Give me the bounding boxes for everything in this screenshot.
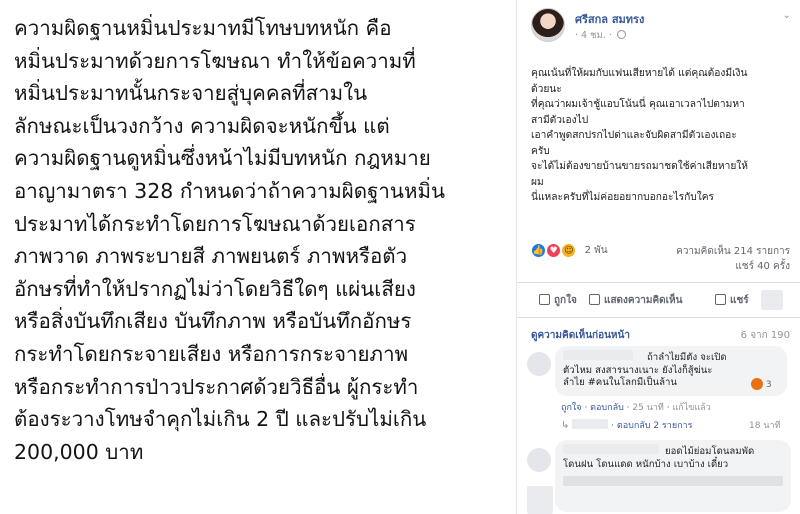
blurred-name [563, 350, 633, 360]
share-button[interactable]: แชร์ [715, 293, 749, 308]
comment-button[interactable]: แสดงความคิดเห็น [589, 293, 682, 308]
replies-time: 18 นาที [749, 421, 781, 431]
replies-row[interactable]: ↳ · ตอบกลับ 2 รายการ [561, 418, 692, 432]
share-icon [715, 294, 726, 305]
like-icon: 👍 [531, 243, 546, 258]
post-time[interactable]: 4 ชม. [581, 30, 606, 41]
blurred-image [527, 486, 553, 514]
comments-stat[interactable]: ความคิดเห็น 214 รายการ [676, 244, 790, 259]
blurred-avatar [572, 419, 609, 429]
comment-edited: แก้ไขแล้ว [672, 403, 711, 413]
reaction-summary[interactable]: 👍 ♥ ☺ 2 พัน [531, 243, 608, 261]
comment: ถ้าลำไยมีตัง จะเปิด ตัวไหม สงสารนางเนาะ … [527, 342, 797, 442]
article-line: ภาพวาด ภาพระบายสี ภาพยนตร์ ภาพหรือตัว [14, 244, 408, 269]
facebook-post: ศรีสกล สมทรง · 4 ชม. · ⌄ คุณเน้นที่ให้ผม… [516, 0, 800, 514]
post-body: คุณเน้นที่ให้ผมกับแฟนเสียหายได้ แต่คุณต้… [531, 66, 793, 206]
globe-icon [616, 30, 626, 39]
comment-actions: ถูกใจ · ตอบกลับ · 25 นาที · แก้ไขแล้ว [561, 403, 711, 413]
post-body-line: นี่แหละครับที่ไม่ค่อยอยากบอกอะไรกับใคร [531, 192, 714, 203]
haha-icon: ☺ [561, 243, 577, 258]
post-body-line: ผม [531, 176, 544, 188]
post-author[interactable]: ศรีสกล สมทรง [575, 10, 644, 28]
article-line: ต้องระวางโทษจำคุกไม่เกิน 2 ปี และปรับไม่… [14, 407, 427, 432]
post-meta: · 4 ชม. · [575, 28, 626, 43]
like-icon [539, 294, 550, 305]
post-body-line: ครับ [531, 145, 550, 157]
post-body-line: เอาคำพูดสกปรกไปด่าและจับผิดสามีตัวเองเถอ… [531, 130, 737, 141]
article-line: ความผิดฐานดูหมิ่นซึ่งหน้าไม่มีบทหนัก กฎห… [14, 146, 431, 171]
article-line: ประมาทได้กระทำโดยการโฆษณาด้วยเอกสาร [14, 211, 416, 236]
comment-label: แสดงความคิดเห็น [604, 295, 683, 306]
avatar[interactable] [531, 8, 565, 42]
angry-icon [751, 378, 763, 390]
comment: ยอดไม้ย่อมโดนลมพัด โดนฝน โดนแดด หนักบ้าง… [527, 438, 797, 514]
like-label: ถูกใจ [554, 295, 577, 306]
comment-icon [589, 294, 600, 305]
article-line: ความผิดฐานหมิ่นประมาทมีโทษบทหนัก คือ [14, 16, 392, 40]
love-icon: ♥ [546, 243, 562, 258]
comment-reply-link[interactable]: ตอบกลับ [590, 403, 624, 413]
post-body-line: คุณเน้นที่ให้ผมกับแฟนเสียหายได้ แต่คุณต้… [531, 68, 748, 79]
comment-like-link[interactable]: ถูกใจ [561, 403, 582, 413]
post-body-line: สามีตัวเองไป [531, 114, 589, 126]
reply-arrow-icon: ↳ [561, 420, 570, 431]
reaction-count: 2 พัน [584, 245, 608, 256]
article-text: ความผิดฐานหมิ่นประมาทมีโทษบทหนัก คือ หมิ… [14, 12, 504, 468]
blurred-avatar [761, 290, 783, 310]
comment-reactions[interactable]: 3 [751, 378, 772, 390]
article-line: กระทำโดยกระจายเสียง หรือการกระจายภาพ [14, 341, 409, 366]
blurred-text [563, 476, 783, 486]
article-line: หรือสิ่งบันทึกเสียง บันทึกภาพ หรือบันทึก… [14, 309, 412, 334]
post-body-line: ด้วยนะ [531, 83, 562, 95]
post-actions: ถูกใจ แสดงความคิดเห็น แชร์ [517, 282, 800, 318]
post-stats: ความคิดเห็น 214 รายการ แชร์ 40 ครั้ง [676, 244, 790, 274]
article-line: หรือกระทำการป่าวประกาศด้วยวิธีอื่น ผู้กร… [14, 374, 419, 399]
article-line: ลักษณะเป็นวงกว้าง ความผิดจะหนักขึ้น แต่ [14, 113, 390, 138]
view-previous-comments-link[interactable]: ดูความคิดเห็นก่อนหน้า [531, 328, 630, 343]
comment-text: โดนฝน โดนแดด หนักบ้าง เบาบ้าง เดี๋ยว [563, 458, 729, 470]
shares-stat[interactable]: แชร์ 40 ครั้ง [676, 259, 790, 274]
article-line: อักษรที่ทำให้ปรากฏไม่ว่าโดยวิธีใดๆ แผ่นเ… [14, 276, 416, 301]
blurred-name [563, 444, 659, 454]
view-replies-link[interactable]: ตอบกลับ 2 รายการ [617, 421, 693, 431]
comment-bubble: ยอดไม้ย่อมโดนลมพัด โดนฝน โดนแดด หนักบ้าง… [555, 440, 791, 512]
article-line: อาญามาตรา 328 กำหนดว่าถ้าความผิดฐานหมิ่น [14, 178, 445, 203]
post-body-line: จะได้ไม่ต้องขายบ้านขายรถมาชดใช้ค่าเสียหา… [531, 161, 748, 172]
share-label: แชร์ [730, 295, 749, 306]
comment-reaction-count: 3 [765, 380, 772, 390]
chevron-down-icon[interactable]: ⌄ [783, 10, 791, 21]
article-line: หมิ่นประมาทด้วยการโฆษณา ทำให้ข้อความที่ [14, 48, 416, 73]
article-line: 200,000 บาท [14, 439, 144, 464]
comment-text: ตัวไหม สงสารนางเนาะ ยังไงก็สู้ฆ่นะ [563, 364, 713, 376]
comment-counter: 6 จาก 190 [740, 330, 790, 341]
article-line: หมิ่นประมาทนั้นกระจายสู่บุคคลที่สามใน [14, 81, 368, 106]
post-body-line: ที่คุณว่าผมเจ้าชู้แอบโน้นนี่ คุณเอาเวลาไ… [531, 99, 745, 110]
commenter-avatar[interactable] [527, 352, 551, 376]
post-header: ศรีสกล สมทรง · 4 ชม. · ⌄ [531, 8, 791, 52]
comment-text: ลำไย #คนในโลกมีเป็นล้าน [563, 377, 677, 388]
like-button[interactable]: ถูกใจ [539, 293, 577, 308]
commenter-avatar[interactable] [527, 448, 551, 472]
comment-time[interactable]: 25 นาที [632, 403, 663, 413]
